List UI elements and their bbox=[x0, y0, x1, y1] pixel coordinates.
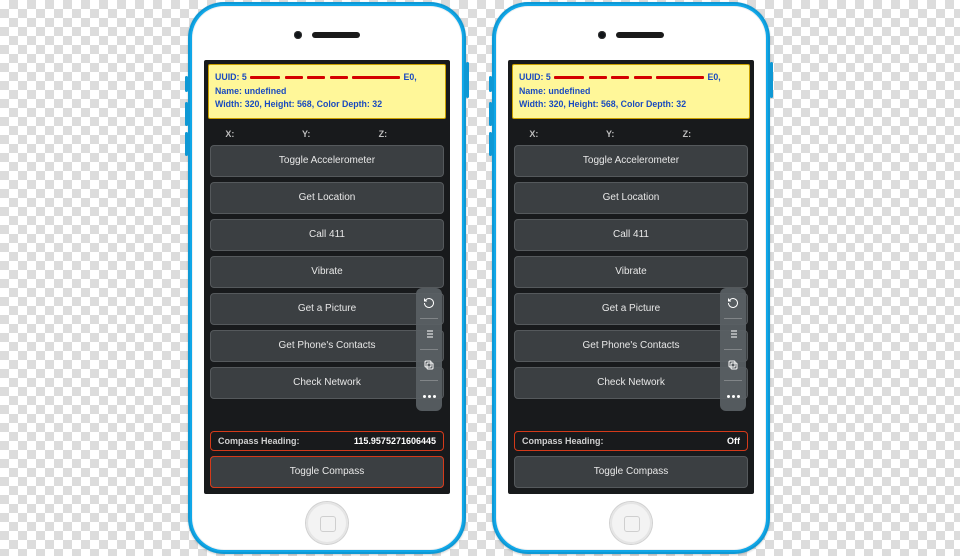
earpiece-camera bbox=[188, 26, 466, 44]
toggle-compass-button[interactable]: Toggle Compass bbox=[514, 456, 748, 488]
home-button[interactable] bbox=[610, 502, 652, 544]
compass-heading-label: Compass Heading: bbox=[218, 436, 300, 446]
refresh-icon[interactable] bbox=[418, 292, 440, 314]
uuid-suffix: E0, bbox=[404, 72, 417, 82]
list-icon[interactable] bbox=[418, 323, 440, 345]
home-button-square-icon bbox=[320, 516, 336, 532]
get-contacts-button[interactable]: Get Phone's Contacts bbox=[210, 330, 444, 362]
palette-divider bbox=[724, 318, 742, 319]
volume-down-button bbox=[489, 132, 492, 156]
name-line: Name: undefined bbox=[215, 85, 439, 99]
redacted-segment bbox=[285, 76, 303, 79]
get-location-button[interactable]: Get Location bbox=[514, 182, 748, 214]
compass-heading-value: Off bbox=[727, 436, 740, 446]
toggle-compass-button[interactable]: Toggle Compass bbox=[210, 456, 444, 488]
get-location-button[interactable]: Get Location bbox=[210, 182, 444, 214]
power-button bbox=[770, 62, 773, 98]
phone-screen: UUID: 5 E0, Name: undefined Width: 320, … bbox=[508, 60, 754, 494]
copy-icon[interactable] bbox=[418, 354, 440, 376]
volume-down-button bbox=[185, 132, 188, 156]
device-info-panel: UUID: 5 E0, Name: undefined Width: 320, … bbox=[512, 64, 750, 119]
redacted-segment bbox=[634, 76, 652, 79]
axis-x: X: bbox=[529, 129, 579, 139]
axis-z: Z: bbox=[683, 129, 733, 139]
palette-divider bbox=[724, 349, 742, 350]
check-network-button[interactable]: Check Network bbox=[210, 367, 444, 399]
accelerometer-readout: X: Y: Z: bbox=[204, 123, 450, 145]
debug-tool-palette bbox=[416, 288, 442, 411]
vibrate-button[interactable]: Vibrate bbox=[210, 256, 444, 288]
uuid-prefix: UUID: 5 bbox=[215, 72, 247, 82]
mute-switch bbox=[489, 76, 492, 92]
redacted-segment bbox=[307, 76, 325, 79]
device-info-panel: UUID: 5 E0, Name: undefined Width: 320, … bbox=[208, 64, 446, 119]
redacted-segment bbox=[330, 76, 348, 79]
earpiece bbox=[616, 32, 664, 38]
axis-y: Y: bbox=[302, 129, 352, 139]
check-network-button[interactable]: Check Network bbox=[514, 367, 748, 399]
palette-divider bbox=[724, 380, 742, 381]
get-picture-button[interactable]: Get a Picture bbox=[514, 293, 748, 325]
power-button bbox=[466, 62, 469, 98]
name-line: Name: undefined bbox=[519, 85, 743, 99]
phone-mockup: UUID: 5 E0, Name: undefined Width: 320, … bbox=[492, 2, 770, 554]
vibrate-button[interactable]: Vibrate bbox=[514, 256, 748, 288]
redacted-segment bbox=[554, 76, 584, 79]
compass-section: Compass Heading: Off Toggle Compass bbox=[508, 427, 754, 494]
redacted-segment bbox=[656, 76, 704, 79]
compass-heading-row: Compass Heading: 115.9575271606445 bbox=[210, 431, 444, 451]
list-icon[interactable] bbox=[722, 323, 744, 345]
axis-z: Z: bbox=[379, 129, 429, 139]
copy-icon[interactable] bbox=[722, 354, 744, 376]
axis-y: Y: bbox=[606, 129, 656, 139]
uuid-suffix: E0, bbox=[708, 72, 721, 82]
call-411-button[interactable]: Call 411 bbox=[514, 219, 748, 251]
palette-divider bbox=[420, 380, 438, 381]
toggle-accelerometer-button[interactable]: Toggle Accelerometer bbox=[514, 145, 748, 177]
home-button[interactable] bbox=[306, 502, 348, 544]
dims-line: Width: 320, Height: 568, Color Depth: 32 bbox=[519, 98, 743, 112]
redacted-segment bbox=[250, 76, 280, 79]
toggle-accelerometer-button[interactable]: Toggle Accelerometer bbox=[210, 145, 444, 177]
accelerometer-readout: X: Y: Z: bbox=[508, 123, 754, 145]
phone-mockup: UUID: 5 E0, Name: undefined Width: 320, … bbox=[188, 2, 466, 554]
more-icon[interactable] bbox=[418, 385, 440, 407]
mute-switch bbox=[185, 76, 188, 92]
camera-icon bbox=[598, 31, 606, 39]
transparency-checker-bg: { "phones": [ { "info": { "uuid_prefix":… bbox=[0, 0, 960, 556]
uuid-line: UUID: 5 E0, bbox=[519, 71, 743, 85]
dims-line: Width: 320, Height: 568, Color Depth: 32 bbox=[215, 98, 439, 112]
get-contacts-button[interactable]: Get Phone's Contacts bbox=[514, 330, 748, 362]
palette-divider bbox=[420, 318, 438, 319]
more-icon[interactable] bbox=[722, 385, 744, 407]
redacted-segment bbox=[611, 76, 629, 79]
phone-stage: UUID: 5 E0, Name: undefined Width: 320, … bbox=[188, 2, 770, 556]
debug-tool-palette bbox=[720, 288, 746, 411]
volume-up-button bbox=[489, 102, 492, 126]
compass-heading-row: Compass Heading: Off bbox=[514, 431, 748, 451]
uuid-prefix: UUID: 5 bbox=[519, 72, 551, 82]
axis-x: X: bbox=[225, 129, 275, 139]
refresh-icon[interactable] bbox=[722, 292, 744, 314]
redacted-segment bbox=[352, 76, 400, 79]
earpiece-camera bbox=[492, 26, 770, 44]
uuid-line: UUID: 5 E0, bbox=[215, 71, 439, 85]
phone-screen: UUID: 5 E0, Name: undefined Width: 320, … bbox=[204, 60, 450, 494]
action-button-list: Toggle Accelerometer Get Location Call 4… bbox=[508, 145, 754, 399]
camera-icon bbox=[294, 31, 302, 39]
compass-heading-label: Compass Heading: bbox=[522, 436, 604, 446]
palette-divider bbox=[420, 349, 438, 350]
call-411-button[interactable]: Call 411 bbox=[210, 219, 444, 251]
compass-section: Compass Heading: 115.9575271606445 Toggl… bbox=[204, 427, 450, 494]
redacted-segment bbox=[589, 76, 607, 79]
home-button-square-icon bbox=[624, 516, 640, 532]
get-picture-button[interactable]: Get a Picture bbox=[210, 293, 444, 325]
compass-heading-value: 115.9575271606445 bbox=[354, 436, 436, 446]
earpiece bbox=[312, 32, 360, 38]
volume-up-button bbox=[185, 102, 188, 126]
action-button-list: Toggle Accelerometer Get Location Call 4… bbox=[204, 145, 450, 399]
